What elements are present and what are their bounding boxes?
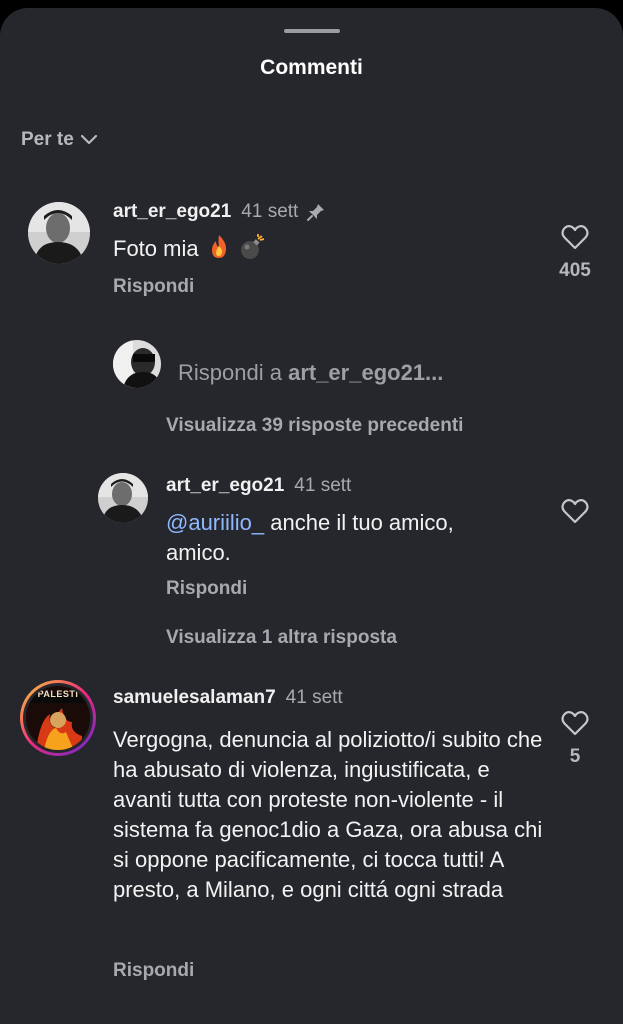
timestamp: 41 sett (241, 201, 299, 222)
view-more-replies[interactable]: Visualizza 1 altra risposta (166, 627, 397, 649)
like-count: 405 (559, 260, 591, 281)
comment-text-body: Foto mia (113, 236, 199, 261)
timestamp: 41 sett (285, 687, 343, 708)
comment-header: samuelesalaman7 41 sett (113, 687, 343, 709)
reply-button[interactable]: Rispondi (166, 578, 247, 600)
view-previous-replies[interactable]: Visualizza 39 risposte precedenti (166, 415, 463, 437)
bomb-emoji-icon (240, 234, 265, 259)
reply-to-target: art_er_ego21... (288, 360, 444, 385)
timestamp: 41 sett (294, 475, 352, 496)
reply-button[interactable]: Rispondi (113, 960, 194, 982)
username[interactable]: art_er_ego21 (166, 475, 284, 497)
drag-handle[interactable] (284, 29, 340, 33)
comment-text: Vergogna, denuncia al poliziotto/i subit… (113, 727, 543, 902)
mention-link[interactable]: @auriilio_ (166, 510, 264, 535)
chevron-down-icon (80, 134, 97, 145)
avatar[interactable]: PALESTI (20, 680, 96, 756)
pin-icon (307, 204, 325, 221)
heart-icon[interactable] (561, 224, 589, 250)
comment-header: art_er_ego21 41 sett (113, 201, 326, 223)
like-count: 5 (569, 746, 581, 767)
like-group: 405 (555, 224, 595, 282)
sort-label: Per te (21, 129, 74, 150)
reply-header: art_er_ego21 41 sett (166, 475, 351, 497)
reply-to-prefix: Rispondi a (178, 360, 282, 385)
heart-icon[interactable] (561, 710, 589, 736)
like-group (555, 498, 595, 524)
sort-dropdown[interactable]: Per te (21, 129, 98, 151)
heart-icon[interactable] (561, 498, 589, 524)
avatar[interactable] (98, 473, 148, 523)
avatar[interactable] (28, 202, 90, 264)
avatar-badge-text: PALESTI (37, 689, 79, 699)
current-user-avatar (113, 340, 161, 388)
username[interactable]: art_er_ego21 (113, 201, 231, 223)
username[interactable]: samuelesalaman7 (113, 687, 276, 709)
reply-text: @auriilio_ anche il tuo amico, amico. (166, 508, 526, 568)
comments-sheet: Commenti Per te art_er_ego21 41 sett Fot… (0, 8, 623, 1024)
like-group: 5 (555, 710, 595, 768)
sheet-title: Commenti (260, 56, 363, 79)
comment-text: Foto mia (113, 234, 265, 264)
reply-composer-input[interactable]: Rispondi a art_er_ego21... (178, 360, 443, 386)
fire-emoji-icon (211, 235, 226, 258)
reply-button[interactable]: Rispondi (113, 276, 194, 298)
